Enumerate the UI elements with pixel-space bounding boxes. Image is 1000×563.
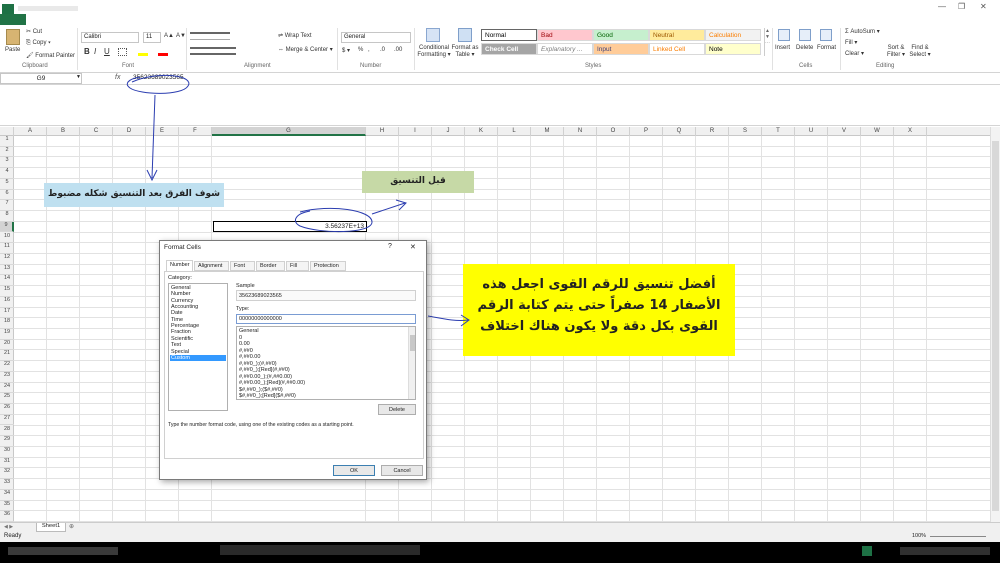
format-code-item[interactable]: #,##0.00_);(#,##0.00) bbox=[239, 374, 292, 380]
g9-circle bbox=[294, 207, 373, 233]
category-item-special[interactable]: Special bbox=[171, 349, 189, 355]
category-item-currency[interactable]: Currency bbox=[171, 298, 193, 304]
sample-label: Sample bbox=[236, 283, 255, 289]
type-input[interactable]: 00000000000000 bbox=[236, 314, 416, 324]
dialog-close-button[interactable]: ✕ bbox=[410, 243, 416, 251]
status-ready: Ready bbox=[4, 533, 22, 539]
dialog-help-button[interactable]: ? bbox=[388, 243, 392, 250]
category-item-custom[interactable]: Custom bbox=[170, 354, 226, 362]
sample-box: 35623689023565 bbox=[236, 290, 416, 301]
zoom-slider[interactable] bbox=[930, 536, 986, 537]
taskbar-tray bbox=[900, 547, 990, 555]
category-item-percentage[interactable]: Percentage bbox=[171, 323, 199, 329]
type-label: Type: bbox=[236, 306, 250, 312]
category-item-date[interactable]: Date bbox=[171, 310, 183, 316]
taskbar-blurred-1 bbox=[8, 547, 118, 555]
format-hint: Type the number format code, using one o… bbox=[168, 422, 354, 428]
taskbar bbox=[0, 542, 1000, 563]
format-code-item[interactable]: 0.00 bbox=[239, 341, 250, 347]
zoom-level[interactable]: 100% bbox=[912, 533, 926, 539]
format-cells-dialog: Format Cells ? ✕ Number Alignment Font Bord… bbox=[159, 240, 427, 480]
ok-button[interactable]: OK bbox=[333, 465, 375, 476]
format-code-item[interactable]: $#,##0_);($#,##0) bbox=[239, 387, 283, 393]
category-item-fraction[interactable]: Fraction bbox=[171, 329, 191, 335]
status-bar: Ready 100% bbox=[0, 532, 1000, 542]
category-item-general[interactable]: General bbox=[171, 285, 191, 291]
cancel-button[interactable]: Cancel bbox=[381, 465, 423, 476]
format-list-thumb[interactable] bbox=[410, 335, 415, 351]
dialog-tab-font[interactable]: Font bbox=[230, 261, 255, 271]
category-item-text[interactable]: Text bbox=[171, 342, 181, 348]
category-item-scientific[interactable]: Scientific bbox=[171, 336, 193, 342]
arrow-to-blue-note bbox=[151, 94, 156, 179]
category-item-time[interactable]: Time bbox=[171, 317, 183, 323]
annotation-arrows bbox=[126, 74, 470, 370]
sheet-nav-icon[interactable]: ◀ ▶ bbox=[4, 524, 13, 530]
formula-circle bbox=[126, 74, 190, 94]
format-code-item[interactable]: $#,##0_);[Red]($#,##0) bbox=[239, 393, 296, 399]
format-code-list[interactable]: General 0 0.00 #,##0 #,##0.00 #,##0_);(#,##0)… bbox=[236, 326, 416, 400]
format-code-item[interactable]: General bbox=[239, 328, 259, 334]
sample-value: 35623689023565 bbox=[239, 293, 282, 299]
category-label: Category: bbox=[168, 275, 192, 281]
dialog-title: Format Cells bbox=[164, 244, 201, 251]
category-list[interactable]: General Number Currency Accounting Date Time P… bbox=[168, 283, 228, 411]
new-sheet-icon[interactable]: ⊕ bbox=[69, 523, 74, 530]
format-code-item[interactable]: #,##0.00_);[Red](#,##0.00) bbox=[239, 380, 305, 386]
dialog-tab-fill[interactable]: Fill bbox=[286, 261, 309, 271]
sheet-tab-bar: ◀ ▶ Sheet1 ⊕ bbox=[0, 522, 1000, 532]
taskbar-excel-icon[interactable] bbox=[862, 546, 872, 556]
format-code-item[interactable]: #,##0.00 bbox=[239, 354, 260, 360]
format-code-item[interactable]: #,##0 bbox=[239, 348, 253, 354]
dialog-tab-border[interactable]: Border bbox=[256, 261, 285, 271]
sheet-tab-sheet1[interactable]: Sheet1 bbox=[36, 523, 66, 532]
format-list-scrollbar[interactable] bbox=[408, 327, 415, 399]
dialog-tab-protection[interactable]: Protection bbox=[310, 261, 346, 271]
format-code-item[interactable]: #,##0_);(#,##0) bbox=[239, 361, 277, 367]
sheet-tab-label: Sheet1 bbox=[41, 523, 61, 529]
category-item-number[interactable]: Number bbox=[171, 291, 191, 297]
arrow-to-yellow-note bbox=[427, 315, 469, 321]
format-code-item[interactable]: 0 bbox=[239, 335, 242, 341]
format-code-item[interactable]: #,##0_);[Red](#,##0) bbox=[239, 367, 290, 373]
category-item-accounting[interactable]: Accounting bbox=[171, 304, 198, 310]
taskbar-blurred-2 bbox=[220, 545, 420, 555]
delete-format-button[interactable]: Delete bbox=[378, 404, 416, 415]
dialog-tab-alignment[interactable]: Alignment bbox=[194, 261, 229, 271]
